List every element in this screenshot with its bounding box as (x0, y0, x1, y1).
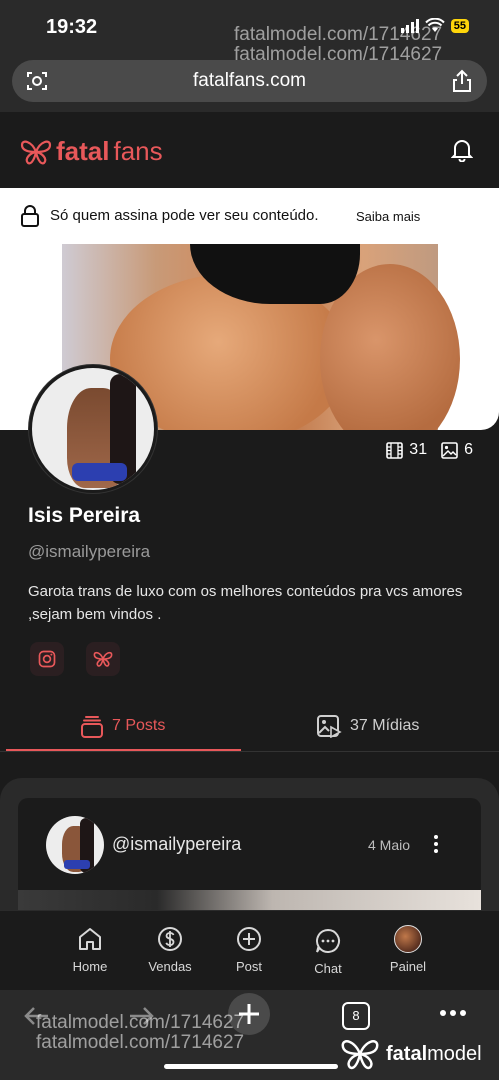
profile-handle: @ismailypereira (28, 542, 151, 561)
videos-count: 31 (386, 441, 427, 459)
active-tab-indicator (6, 749, 241, 751)
nav-vendas-label: Vendas (148, 959, 192, 974)
fatalfans-logo[interactable]: fatal fans (20, 136, 163, 167)
notice-message: Só quem assina pode ver seu conteúdo. (50, 207, 319, 224)
bell-icon[interactable] (451, 138, 473, 162)
plus-icon (237, 927, 261, 951)
learn-more-link[interactable]: Saiba mais (356, 209, 420, 224)
gallery-icon (317, 715, 342, 738)
nav-painel-label: Painel (389, 959, 427, 974)
share-icon[interactable] (451, 69, 473, 93)
post-date: 4 Maio (368, 837, 411, 853)
home-indicator (164, 1064, 338, 1069)
more-vertical-icon[interactable] (432, 834, 440, 854)
film-icon (386, 441, 404, 459)
butterfly-icon (93, 651, 113, 667)
nav-painel[interactable]: Painel (368, 925, 448, 974)
tab-media-label: 37 Mídias (350, 717, 420, 734)
subscription-notice: Só quem assina pode ver seu conteúdo. Sa… (0, 188, 499, 244)
watermark-text: fatalmodel.com/1714627 (36, 1032, 245, 1053)
nav-chat-label: Chat (314, 961, 342, 976)
avatar-photo (72, 463, 127, 481)
nav-home[interactable]: Home (50, 925, 130, 974)
nav-post-label: Post (235, 959, 262, 974)
tab-media[interactable]: 37 Mídias (316, 700, 419, 752)
logo-text-bold: fatal (56, 136, 110, 166)
image-icon (441, 441, 458, 459)
profile-name: Isis Pereira (28, 504, 141, 527)
avatar (394, 925, 422, 953)
profile-bio: Garota trans de luxo com os melhores con… (28, 583, 463, 623)
dollar-icon (158, 927, 182, 951)
nav-vendas[interactable]: Vendas (130, 925, 210, 974)
status-time: 19:32 (46, 16, 98, 38)
instagram-icon (38, 650, 56, 668)
photos-count: 6 (441, 441, 473, 459)
address-bar[interactable]: fatalfans.com (12, 60, 487, 102)
photos-count-value: 6 (464, 441, 473, 458)
media-counts: 31 6 (386, 441, 473, 459)
chat-icon (316, 928, 340, 953)
post-card[interactable]: @ismailypereira 4 Maio (18, 798, 481, 918)
avatar-photo (64, 860, 90, 869)
content-tabs: 7 Posts 37 Mídias (0, 700, 499, 752)
fatalfans-link-button[interactable] (86, 642, 120, 676)
url-text: fatalfans.com (193, 70, 306, 91)
videos-count-value: 31 (409, 441, 428, 458)
instagram-button[interactable] (30, 642, 64, 676)
stack-icon (81, 716, 103, 738)
lock-icon (21, 205, 39, 227)
bottom-navigation: Home Vendas Post Chat Painel (0, 910, 499, 990)
watermark-brand: fatalmodel (386, 1042, 482, 1065)
watermark-text: fatalmodel.com/1714627 (234, 24, 443, 45)
profile-avatar[interactable] (29, 365, 157, 493)
logo-text-light: fans (113, 136, 163, 166)
nav-post[interactable]: Post (209, 925, 289, 974)
home-icon (79, 928, 101, 950)
butterfly-logo-icon (20, 140, 52, 164)
tab-posts-label: 7 Posts (112, 717, 166, 734)
nav-chat[interactable]: Chat (288, 927, 368, 976)
tabs-button[interactable]: 8 (342, 1002, 370, 1030)
nav-home-label: Home (72, 959, 108, 974)
watermark-text: fatalmodel.com/1714627 (36, 1012, 245, 1033)
post-avatar[interactable] (46, 816, 104, 874)
battery-indicator: 55 (450, 19, 469, 33)
watermark-logo: fatalmodel (340, 1038, 482, 1070)
app-root: 19:32 55 fatalfans.com fatal fans Só quem… (0, 0, 499, 1080)
more-icon[interactable] (440, 1010, 466, 1016)
tab-posts[interactable]: 7 Posts (80, 700, 165, 752)
butterfly-logo-icon (341, 1040, 379, 1070)
app-header: fatal fans (0, 112, 499, 188)
watermark-text: fatalmodel.com/1714627 (234, 44, 443, 65)
post-author-handle[interactable]: @ismailypereira (112, 834, 241, 855)
